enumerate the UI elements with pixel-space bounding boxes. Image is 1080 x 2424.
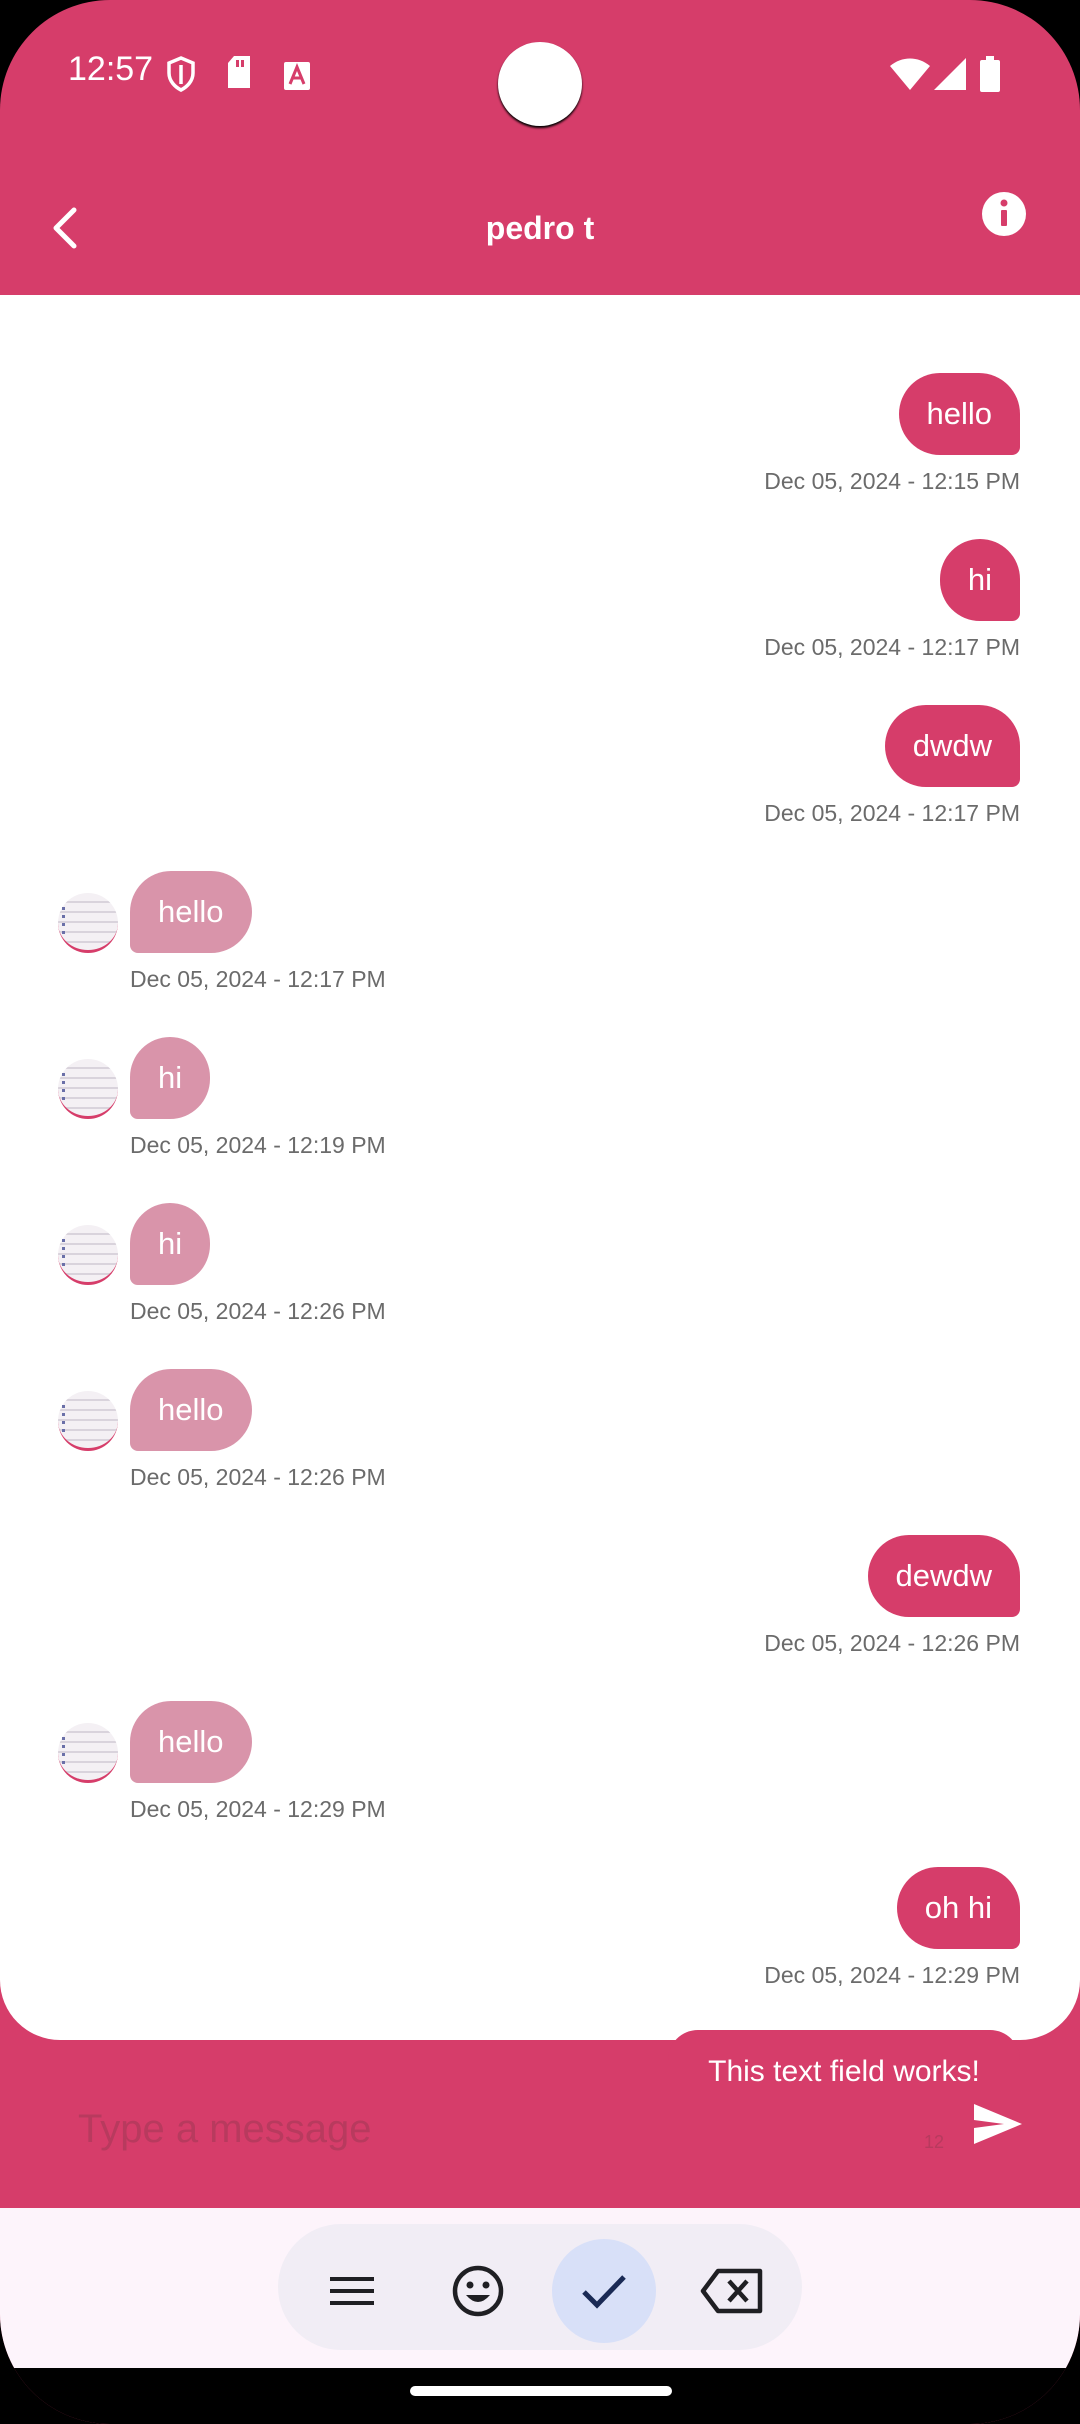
message-bubble[interactable]: hi <box>130 1037 211 1119</box>
avatar[interactable] <box>58 1059 118 1119</box>
incoming-message: hello Dec 05, 2024 - 12:29 PM <box>0 1701 1080 1831</box>
message-list[interactable]: hello Dec 05, 2024 - 12:15 PM hi Dec 05, 20… <box>0 295 1080 2040</box>
message-timestamp: Dec 05, 2024 - 12:15 PM <box>764 468 1020 494</box>
avatar[interactable] <box>58 893 118 953</box>
font-icon <box>284 62 310 90</box>
message-bubble[interactable]: hi <box>939 539 1020 621</box>
message-bubble[interactable]: hello <box>130 1701 252 1783</box>
message-bubble[interactable]: hello <box>130 871 252 953</box>
incoming-message: hi Dec 05, 2024 - 12:26 PM <box>0 1203 1080 1333</box>
signal-icon <box>934 58 966 90</box>
outgoing-message: hello Dec 05, 2024 - 12:15 PM <box>0 373 1080 503</box>
message-timestamp: Dec 05, 2024 - 12:26 PM <box>130 1464 386 1490</box>
wifi-icon <box>890 58 930 90</box>
avatar[interactable] <box>58 1225 118 1285</box>
message-bubble[interactable]: hi <box>130 1203 211 1285</box>
outgoing-message: dewdw Dec 05, 2024 - 12:26 PM <box>0 1535 1080 1665</box>
message-timestamp: Dec 05, 2024 - 12:26 PM <box>764 1630 1020 1656</box>
menu-button[interactable] <box>300 2239 404 2343</box>
conversation-title: pedro t <box>485 210 595 246</box>
phone-screen: 12:57 pedro t hello Dec 05, 2024 - 12:15… <box>0 0 1080 2424</box>
status-bar: 12:57 <box>0 0 1080 150</box>
message-timestamp: Dec 05, 2024 - 12:29 PM <box>130 1796 386 1822</box>
message-timestamp: Dec 05, 2024 - 12:17 PM <box>764 634 1020 660</box>
outgoing-message: dwdw Dec 05, 2024 - 12:17 PM <box>0 705 1080 835</box>
incoming-message: hi Dec 05, 2024 - 12:19 PM <box>0 1037 1080 1167</box>
message-bubble[interactable]: dewdw <box>867 1535 1020 1617</box>
emoji-button[interactable] <box>426 2239 530 2343</box>
message-input[interactable] <box>76 2100 900 2158</box>
message-timestamp: Dec 05, 2024 - 12:17 PM <box>130 966 386 992</box>
message-timestamp: Dec 05, 2024 - 12:19 PM <box>130 1132 386 1158</box>
info-icon[interactable] <box>980 190 1028 238</box>
backspace-icon <box>700 2268 763 2314</box>
menu-icon <box>330 2277 374 2305</box>
incoming-message: hello Dec 05, 2024 - 12:26 PM <box>0 1369 1080 1499</box>
navigation-bar <box>0 2368 1080 2424</box>
sd-card-icon <box>228 56 250 88</box>
message-timestamp: Dec 05, 2024 - 12:29 PM <box>764 1962 1020 1988</box>
avatar[interactable] <box>58 1391 118 1451</box>
message-timestamp: Dec 05, 2024 - 12:26 PM <box>130 1298 386 1324</box>
avatar[interactable] <box>58 1723 118 1783</box>
message-bubble[interactable]: oh hi <box>896 1867 1020 1949</box>
backspace-button[interactable] <box>680 2239 784 2343</box>
outgoing-message: hi Dec 05, 2024 - 12:17 PM <box>0 539 1080 669</box>
character-counter: 12 <box>924 2132 945 2152</box>
message-timestamp: Dec 05, 2024 - 12:17 PM <box>764 800 1020 826</box>
chat-header: pedro t <box>0 150 1080 295</box>
incoming-message: hello Dec 05, 2024 - 12:17 PM <box>0 871 1080 1001</box>
partially-visible-message: This text field works! <box>668 2030 1020 2084</box>
partially-visible-message-text: This text field works! <box>708 2055 980 2084</box>
status-time: 12:57 <box>68 50 154 88</box>
send-icon[interactable] <box>972 2102 1024 2146</box>
check-icon <box>582 2275 626 2309</box>
keyboard-toolbar <box>0 2208 1080 2368</box>
message-bubble[interactable]: hello <box>898 373 1020 455</box>
battery-icon <box>980 56 1000 92</box>
shield-icon <box>167 56 195 92</box>
front-camera <box>498 42 582 126</box>
done-button[interactable] <box>552 2239 656 2343</box>
outgoing-message: oh hi Dec 05, 2024 - 12:29 PM <box>0 1867 1080 1997</box>
home-gesture-handle[interactable] <box>410 2386 672 2396</box>
message-bubble[interactable]: dwdw <box>884 705 1020 787</box>
emoji-icon <box>452 2265 504 2317</box>
message-bubble[interactable]: hello <box>130 1369 252 1451</box>
